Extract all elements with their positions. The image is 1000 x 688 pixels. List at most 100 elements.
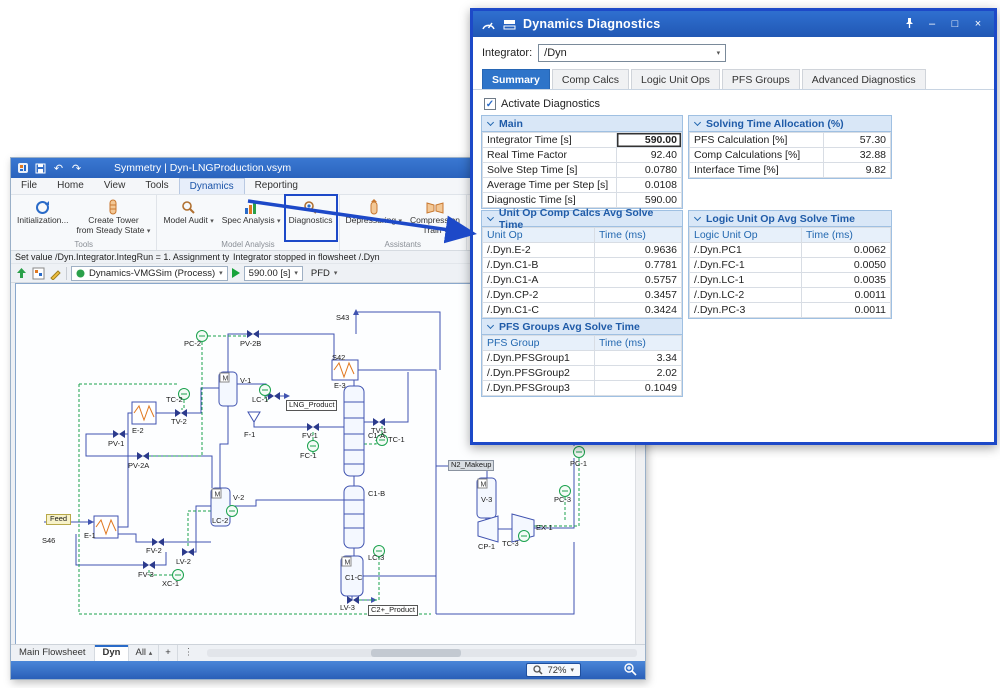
logic-unitop-titlebar[interactable]: Logic Unit Op Avg Solve Time — [689, 211, 891, 227]
menu-home[interactable]: Home — [47, 178, 94, 194]
menu-reporting[interactable]: Reporting — [245, 178, 308, 194]
stream-label-N2-Makeup[interactable]: N2_Makeup — [448, 460, 494, 471]
exchanger-label-E-3[interactable]: E-3 — [334, 382, 346, 391]
stream-label-S43[interactable]: S43 — [336, 314, 349, 323]
expander-label-EX-1[interactable]: EX-1 — [536, 524, 553, 533]
annotate-icon[interactable] — [49, 267, 62, 280]
valve-label-LV-3[interactable]: LV-3 — [340, 604, 355, 613]
navigate-up-icon[interactable] — [15, 267, 28, 280]
spec-analysis-button[interactable]: Spec Analysis ▾ — [219, 196, 284, 240]
controller-label-LC-1[interactable]: LC-1 — [252, 396, 268, 405]
diagnostics-button[interactable]: Diagnostics — [286, 196, 336, 240]
zoom-control[interactable]: 72% ▾ — [526, 663, 581, 677]
redo-icon[interactable]: ↷ — [70, 162, 83, 175]
row-value[interactable]: 0.0108 — [617, 178, 682, 193]
undo-icon[interactable]: ↶ — [52, 162, 65, 175]
add-flowsheet-tab-button[interactable]: + — [159, 645, 178, 661]
stream-label-S42[interactable]: S42 — [332, 354, 345, 363]
run-integrator-button[interactable] — [232, 268, 240, 278]
valve-label-FV-3[interactable]: FV-3 — [138, 571, 154, 580]
row-value[interactable]: 9.82 — [824, 163, 891, 178]
valve-label-PV-2B[interactable]: PV-2B — [240, 340, 261, 349]
pfs-group-name[interactable]: /.Dyn.PFSGroup2 — [483, 366, 595, 381]
controller-label-PC-3[interactable]: PC-3 — [554, 496, 571, 505]
tab-main-flowsheet[interactable]: Main Flowsheet — [11, 645, 95, 661]
controller-label-LC-3[interactable]: LC-3 — [368, 554, 384, 563]
unitop-name[interactable]: /.Dyn.CP-2 — [483, 288, 595, 303]
unitop-name[interactable]: /.Dyn.E-2 — [483, 243, 595, 258]
tab-overflow-icon[interactable]: ⋮ — [178, 645, 200, 661]
maximize-button[interactable]: □ — [947, 18, 963, 30]
exchanger-label-E-1[interactable]: E-1 — [84, 532, 96, 541]
unitop-name[interactable]: /.Dyn.C1-B — [483, 258, 595, 273]
unitop-time[interactable]: 0.3424 — [595, 303, 682, 318]
dialog-titlebar[interactable]: Dynamics Diagnostics – □ × — [473, 11, 994, 37]
logic-unitop-time[interactable]: 0.0011 — [802, 288, 891, 303]
stream-label-S46[interactable]: S46 — [42, 537, 55, 546]
activate-diagnostics-checkbox[interactable]: ✓ — [484, 98, 496, 110]
row-value-selected[interactable]: 590.00 — [617, 133, 682, 148]
flowsheet-palette-icon[interactable] — [32, 267, 45, 280]
view-selector[interactable]: PFD ▾ — [307, 266, 342, 281]
exchanger-label-E-2[interactable]: E-2 — [132, 427, 144, 436]
row-value[interactable]: 57.30 — [824, 133, 891, 148]
menu-dynamics[interactable]: Dynamics — [179, 178, 245, 194]
compressor-label-CP-1[interactable]: CP-1 — [478, 543, 495, 552]
tab-logic-unit-ops[interactable]: Logic Unit Ops — [631, 69, 720, 89]
column-header[interactable]: Logic Unit Op — [690, 228, 802, 243]
close-button[interactable]: × — [970, 18, 986, 30]
logic-unitop-time[interactable]: 0.0062 — [802, 243, 891, 258]
simulation-case-selector[interactable]: Dynamics-VMGSim (Process) ▾ — [71, 266, 228, 281]
column-header[interactable]: Time (ms) — [595, 336, 682, 351]
pfs-group-time[interactable]: 2.02 — [595, 366, 682, 381]
vessel-label-V-2[interactable]: V-2 — [233, 494, 244, 503]
pfs-group-time[interactable]: 3.34 — [595, 351, 682, 366]
main-table-titlebar[interactable]: Main — [482, 116, 682, 132]
integrator-select[interactable]: /Dyn ▾ — [538, 44, 726, 62]
vessel-label-V-3[interactable]: V-3 — [481, 496, 492, 505]
minimize-button[interactable]: – — [924, 18, 940, 30]
column-label-C1-B[interactable]: C1-B — [368, 490, 385, 499]
tab-advanced-diagnostics[interactable]: Advanced Diagnostics — [802, 69, 926, 89]
depressuring-button[interactable]: Depressuring ▾ — [343, 196, 405, 240]
controller-label-FC-1[interactable]: FC-1 — [300, 452, 317, 461]
model-audit-button[interactable]: Model Audit ▾ — [160, 196, 216, 240]
logic-unitop-time[interactable]: 0.0050 — [802, 258, 891, 273]
valve-label-PV-2A[interactable]: PV-2A — [128, 462, 149, 471]
row-value[interactable]: 32.88 — [824, 148, 891, 163]
logic-unitop-name[interactable]: /.Dyn.PC1 — [690, 243, 802, 258]
equipment-symbols[interactable] — [94, 360, 534, 596]
pfs-group-name[interactable]: /.Dyn.PFSGroup3 — [483, 381, 595, 396]
unitop-titlebar[interactable]: Unit Op Comp Calcs Avg Solve Time — [482, 211, 682, 227]
pin-icon[interactable] — [901, 17, 917, 32]
valve-label-TV-2[interactable]: TV-2 — [171, 418, 187, 427]
valve-label-TV-1[interactable]: TV-1 — [371, 427, 387, 436]
logic-unitop-name[interactable]: /.Dyn.FC-1 — [690, 258, 802, 273]
logic-unitop-name[interactable]: /.Dyn.PC-3 — [690, 303, 802, 318]
save-icon[interactable] — [34, 162, 47, 175]
row-value[interactable]: 590.00 — [617, 193, 682, 208]
unitop-name[interactable]: /.Dyn.C1-A — [483, 273, 595, 288]
menu-tools[interactable]: Tools — [135, 178, 178, 194]
logic-unitop-time[interactable]: 0.0011 — [802, 303, 891, 318]
valve-label-FV-2[interactable]: FV-2 — [146, 547, 162, 556]
create-tower-button[interactable]: Create Tower from Steady State ▾ — [74, 196, 154, 240]
horizontal-scrollbar[interactable] — [207, 649, 637, 657]
dock-options-icon[interactable] — [503, 18, 516, 31]
tab-summary[interactable]: Summary — [482, 69, 550, 89]
stream-label-C2-Product[interactable]: C2+_Product — [368, 605, 418, 616]
tab-comp-calcs[interactable]: Comp Calcs — [552, 69, 629, 89]
row-value[interactable]: 0.0780 — [617, 163, 682, 178]
column-header[interactable]: PFS Group — [483, 336, 595, 351]
tab-dyn[interactable]: Dyn — [95, 645, 130, 661]
pfs-group-time[interactable]: 0.1049 — [595, 381, 682, 396]
tab-all[interactable]: All ▴ — [129, 645, 159, 661]
stream-label-Feed[interactable]: Feed — [46, 514, 71, 525]
column-header[interactable]: Time (ms) — [802, 228, 891, 243]
controller-label-TC-2[interactable]: TC-2 — [166, 396, 183, 405]
pfs-group-name[interactable]: /.Dyn.PFSGroup1 — [483, 351, 595, 366]
initialization-button[interactable]: Initialization... — [14, 196, 72, 240]
controller-label-LC-2[interactable]: LC-2 — [212, 517, 228, 526]
controller-label-TC-1[interactable]: TC-1 — [388, 436, 405, 445]
logic-unitop-name[interactable]: /.Dyn.LC-1 — [690, 273, 802, 288]
